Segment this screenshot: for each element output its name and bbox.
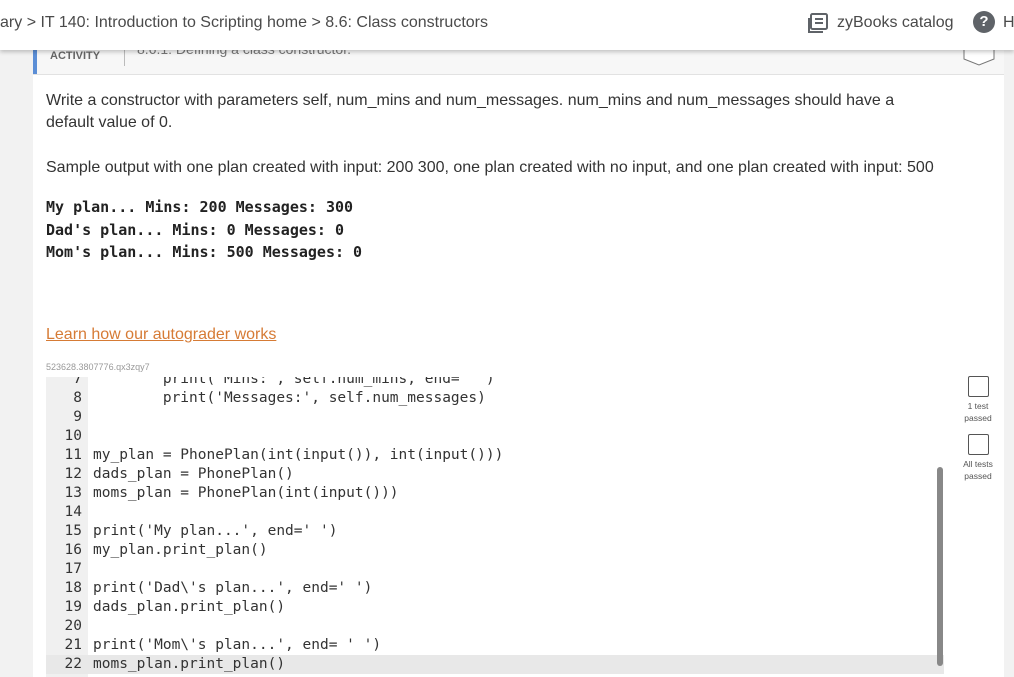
code-id: 523628.3807776.qx3zqy7	[46, 362, 150, 372]
sample-output-line: My plan... Mins: 200 Messages: 300	[46, 198, 354, 216]
activity-divider	[124, 50, 125, 66]
code-line[interactable]: 22 moms_plan.print_plan()	[46, 655, 944, 674]
breadcrumb-section: 8.6: Class constructors	[325, 14, 488, 31]
code-editor[interactable]: 7 print('Mins:', self.num_mins, end=' ')…	[46, 377, 944, 677]
top-navigation-bar: ary > IT 140: Introduction to Scripting …	[0, 0, 1014, 50]
code-text[interactable]: dads_plan = PhonePlan()	[93, 465, 294, 484]
book-list-icon	[808, 13, 828, 33]
code-line[interactable]: 12 dads_plan = PhonePlan()	[46, 465, 944, 484]
activity-label: ACTIVITY	[50, 50, 101, 62]
code-text[interactable]: moms_plan.print_plan()	[93, 655, 285, 674]
code-text[interactable]: my_plan.print_plan()	[93, 541, 268, 560]
line-number: 18	[64, 580, 82, 596]
code-text[interactable]: my_plan = PhonePlan(int(input()), int(in…	[93, 446, 503, 465]
line-number: 10	[64, 428, 82, 444]
line-number: 21	[64, 637, 82, 653]
line-number: 19	[64, 599, 82, 615]
line-number: 8	[73, 390, 82, 406]
breadcrumb-library[interactable]: ary	[0, 14, 22, 31]
sample-output-intro: Sample output with one plan created with…	[46, 159, 934, 176]
sample-output-line: Mom's plan... Mins: 500 Messages: 0	[46, 243, 363, 261]
line-number: 11	[64, 447, 82, 463]
catalog-link[interactable]: zyBooks catalog	[808, 11, 954, 35]
line-number: 7	[73, 377, 82, 387]
line-number: 17	[64, 561, 82, 577]
line-number: 9	[73, 409, 82, 425]
code-line[interactable]: 11 my_plan = PhonePlan(int(input()), int(…	[46, 446, 944, 465]
catalog-label: zyBooks catalog	[837, 14, 954, 31]
code-line[interactable]: 17	[46, 560, 944, 579]
line-number: 15	[64, 523, 82, 539]
test-result-all: All tests passed	[963, 434, 993, 482]
line-number: 13	[64, 485, 82, 501]
question-circle-icon[interactable]: ?	[973, 11, 995, 33]
code-line[interactable]: 15 print('My plan...', end=' ')	[46, 522, 944, 541]
test-result-label: All tests passed	[963, 459, 993, 481]
sample-output: My plan... Mins: 200 Messages: 300 Dad's…	[46, 196, 362, 264]
autograder-help-link[interactable]: Learn how our autograder works	[46, 324, 276, 346]
test-status-box	[967, 434, 989, 455]
code-text[interactable]: print('Dad\'s plan...', end=' ')	[93, 579, 372, 598]
line-number: 20	[64, 618, 82, 634]
instructions-text: Write a constructor with parameters self…	[46, 92, 895, 131]
activity-accent-bar	[33, 50, 37, 74]
line-number: 14	[64, 504, 82, 520]
breadcrumb-course[interactable]: IT 140: Introduction to Scripting home	[40, 14, 307, 31]
activity-header: ACTIVITY 8.6.1: Defining a class constru…	[33, 42, 1004, 75]
line-number: 16	[64, 542, 82, 558]
line-number: 12	[64, 466, 82, 482]
code-text[interactable]: print('Messages:', self.num_messages)	[93, 389, 486, 408]
code-line[interactable]: 21 print('Mom\'s plan...', end= ' ')	[46, 636, 944, 655]
code-text[interactable]: print('Mins:', self.num_mins, end=' ')	[93, 377, 495, 389]
breadcrumb-separator: >	[311, 14, 321, 31]
code-line[interactable]: 18 print('Dad\'s plan...', end=' ')	[46, 579, 944, 598]
code-line[interactable]: 20	[46, 617, 944, 636]
code-line[interactable]: 16 my_plan.print_plan()	[46, 541, 944, 560]
help-label[interactable]: H	[1003, 11, 1014, 35]
code-text[interactable]: moms_plan = PhonePlan(int(input()))	[93, 484, 399, 503]
breadcrumb-separator: >	[26, 14, 37, 31]
sample-output-line: Dad's plan... Mins: 0 Messages: 0	[46, 220, 345, 239]
code-text[interactable]: dads_plan.print_plan()	[93, 598, 285, 617]
editor-scrollbar[interactable]	[937, 467, 943, 666]
test-result-label: 1 test passed	[964, 401, 992, 423]
code-lines: 7 print('Mins:', self.num_mins, end=' ')…	[46, 377, 944, 674]
code-line[interactable]: 9	[46, 408, 944, 427]
code-line[interactable]: 8 print('Messages:', self.num_messages)	[46, 389, 944, 408]
code-line[interactable]: 7 print('Mins:', self.num_mins, end=' ')	[46, 377, 944, 389]
breadcrumb: ary > IT 140: Introduction to Scripting …	[0, 0, 488, 45]
code-text[interactable]: print('My plan...', end=' ')	[93, 522, 337, 541]
code-line[interactable]: 19 dads_plan.print_plan()	[46, 598, 944, 617]
code-line[interactable]: 14	[46, 503, 944, 522]
line-number: 22	[64, 656, 82, 672]
test-result-1: 1 test passed	[963, 376, 993, 424]
code-line[interactable]: 13 moms_plan = PhonePlan(int(input()))	[46, 484, 944, 503]
completion-chevron-icon	[963, 48, 995, 66]
code-line[interactable]: 10	[46, 427, 944, 446]
code-text[interactable]: print('Mom\'s plan...', end= ' ')	[93, 636, 381, 655]
activity-card: ACTIVITY 8.6.1: Defining a class constru…	[33, 42, 1004, 677]
test-status-box	[967, 376, 989, 397]
